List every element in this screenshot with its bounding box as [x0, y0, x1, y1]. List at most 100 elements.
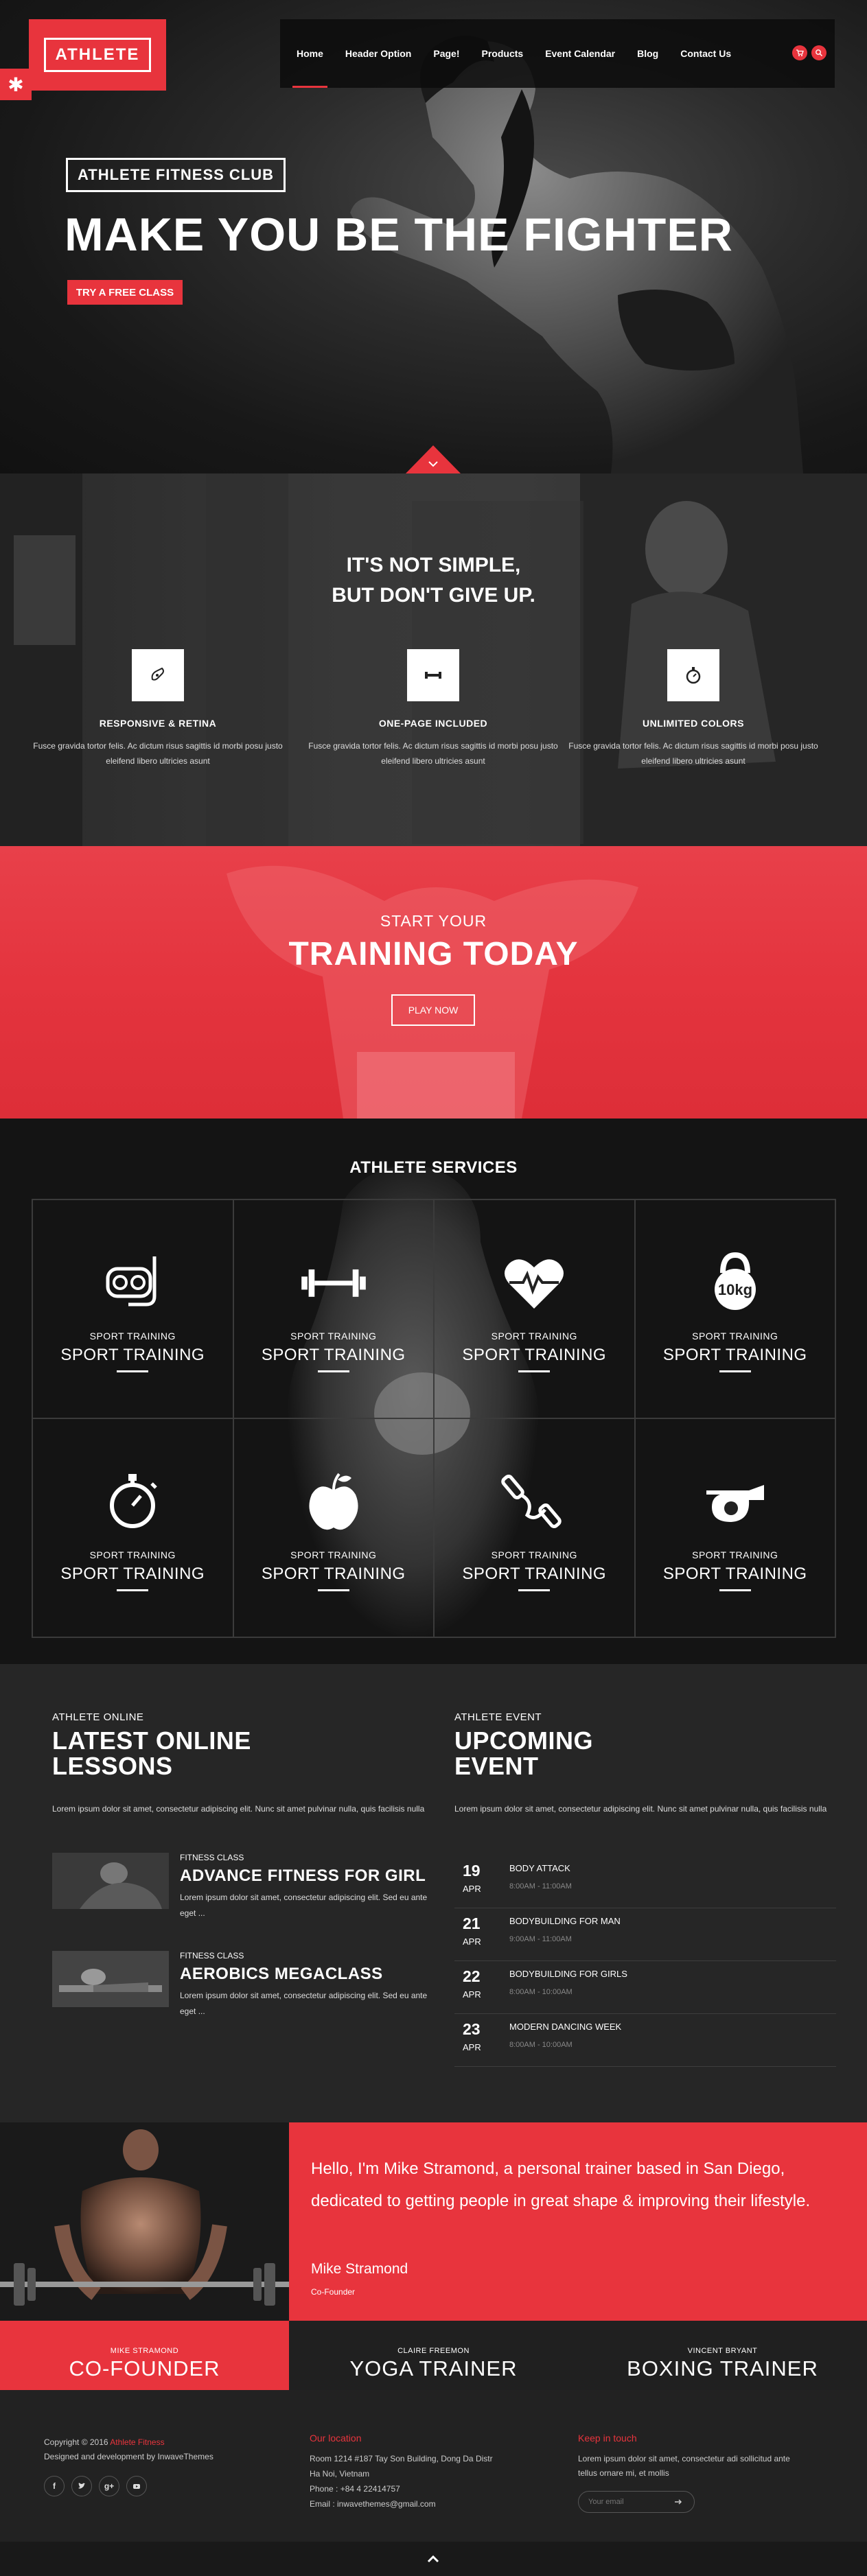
scroll-down-chevron-icon[interactable] [406, 445, 461, 473]
service-card[interactable]: SPORT TRAINING SPORT TRAINING [32, 1199, 233, 1418]
heartbeat-icon [498, 1247, 570, 1318]
phone: Phone : +84 4 22414757 [310, 2484, 400, 2494]
feature-title: ONE-PAGE INCLUDED [378, 718, 488, 729]
lesson-thumbnail [52, 1951, 169, 2007]
feature-item: ONE-PAGE INCLUDED Fusce gravida tortor f… [303, 649, 564, 769]
event-item[interactable]: 21 APR BODYBUILDING FOR MAN 9:00AM - 11:… [454, 1909, 836, 1961]
event-month: APR [463, 2042, 481, 2052]
services-section: ATHLETE SERVICES SPORT TRAINING SPORT TR… [0, 1119, 867, 1664]
site-logo[interactable]: ATHLETE [29, 19, 166, 91]
event-title[interactable]: BODY ATTACK [509, 1863, 570, 1873]
copyright: Copyright © 2016 Athlete Fitness [44, 2435, 165, 2450]
divider [317, 1370, 349, 1372]
divider [518, 1589, 551, 1591]
services-title: ATHLETE SERVICES [349, 1158, 518, 1177]
trainer-role: Co-Founder [311, 2287, 356, 2297]
events-title-line1: UPCOMING [454, 1726, 593, 1755]
divider [117, 1589, 149, 1591]
nav-item-event-calendar[interactable]: Event Calendar [545, 19, 615, 88]
events-title-line2: EVENT [454, 1752, 539, 1780]
lessons-intro: Lorem ipsum dolor sit amet, consectetur … [52, 1804, 425, 1814]
service-card[interactable]: SPORT TRAINING SPORT TRAINING [634, 1418, 835, 1637]
google-plus-icon[interactable]: g+ [99, 2476, 119, 2496]
divider [518, 1370, 551, 1372]
event-time: 8:00AM - 10:00AM [509, 2041, 573, 2049]
features-title-line1: IT'S NOT SIMPLE, [346, 554, 521, 576]
brush-icon [132, 649, 184, 701]
team-member-tab[interactable]: VINCENT BRYANT BOXING TRAINER [578, 2321, 867, 2390]
nav-item-home[interactable]: Home [292, 19, 327, 88]
logo-text: ATHLETE [43, 38, 152, 72]
back-to-top-chevron-icon[interactable] [423, 2549, 443, 2569]
whistle-icon [700, 1466, 771, 1537]
cta-title: TRAINING TODAY [288, 936, 579, 972]
apple-icon [298, 1466, 369, 1537]
lesson-title[interactable]: AEROBICS MEGACLASS [180, 1965, 383, 1984]
service-card[interactable]: SPORT TRAINING SPORT TRAINING [32, 1418, 233, 1637]
lesson-title[interactable]: ADVANCE FITNESS FOR GIRL [180, 1866, 426, 1886]
services-grid: SPORT TRAINING SPORT TRAINING SPORT TRAI… [32, 1199, 836, 1638]
stopwatch-icon [97, 1466, 168, 1537]
try-free-class-button[interactable]: TRY A FREE CLASS [67, 280, 183, 305]
nav-item-page[interactable]: Page! [433, 19, 459, 88]
lessons-title-line2: LESSONS [52, 1752, 173, 1780]
feature-text: Fusce gravida tortor felis. Ac dictum ri… [33, 741, 283, 766]
event-day: 19 [463, 1862, 481, 1880]
event-title[interactable]: BODYBUILDING FOR GIRLS [509, 1969, 627, 1979]
lesson-item[interactable]: FITNESS CLASS AEROBICS MEGACLASS Lorem i… [52, 1951, 437, 2016]
events-intro: Lorem ipsum dolor sit amet, consectetur … [454, 1804, 827, 1814]
lesson-text: Lorem ipsum dolor sit amet, consectetur … [180, 1991, 428, 2016]
trainer-quote-panel: Hello, I'm Mike Stramond, a personal tra… [289, 2122, 867, 2321]
service-card[interactable]: SPORT TRAINING SPORT TRAINING [434, 1418, 635, 1637]
lessons-events-section: ATHLETE ONLINE LATEST ONLINE LESSONS Lor… [0, 1664, 867, 2122]
service-card[interactable]: SPORT TRAINING SPORT TRAINING [434, 1199, 635, 1418]
trainer-name: Mike Stramond [311, 2261, 408, 2277]
team-member-tab[interactable]: CLAIRE FREEMON YOGA TRAINER [289, 2321, 578, 2390]
service-card[interactable]: SPORT TRAINING SPORT TRAINING [233, 1199, 434, 1418]
event-time: 8:00AM - 10:00AM [509, 1988, 573, 1996]
nav-item-contact-us[interactable]: Contact Us [680, 19, 731, 88]
side-tab-asterisk-icon[interactable]: ✱ [0, 69, 32, 100]
service-name: SPORT TRAINING [462, 1565, 607, 1583]
service-name: SPORT TRAINING [261, 1565, 406, 1583]
trainer-photo [0, 2122, 289, 2321]
nav-item-blog[interactable]: Blog [637, 19, 658, 88]
nav-icons [792, 45, 826, 60]
event-day: 21 [463, 1915, 481, 1932]
arrow-right-icon[interactable] [673, 2496, 684, 2507]
event-month: APR [463, 1936, 481, 1947]
event-month: APR [463, 1884, 481, 1894]
cta-subtitle: START YOUR [380, 912, 487, 930]
nav-item-products[interactable]: Products [482, 19, 524, 88]
cart-icon[interactable] [792, 45, 807, 60]
team-member-role: YOGA TRAINER [349, 2356, 518, 2380]
barbell-icon [298, 1247, 369, 1318]
divider [719, 1370, 751, 1372]
trainer-quote: Hello, I'm Mike Stramond, a personal tra… [311, 2159, 811, 2210]
service-sub: SPORT TRAINING [692, 1331, 778, 1342]
copyright-link[interactable]: Athlete Fitness [110, 2437, 164, 2447]
feature-text: Fusce gravida tortor felis. Ac dictum ri… [568, 741, 818, 766]
service-card[interactable]: 10kg SPORT TRAINING SPORT TRAINING [634, 1199, 835, 1418]
event-item[interactable]: 23 APR MODERN DANCING WEEK 8:00AM - 10:0… [454, 2015, 836, 2067]
nav-item-header-option[interactable]: Header Option [345, 19, 411, 88]
lesson-item[interactable]: FITNESS CLASS ADVANCE FITNESS FOR GIRL L… [52, 1853, 437, 1918]
feature-item: RESPONSIVE & RETINA Fusce gravida tortor… [27, 649, 288, 769]
play-now-button[interactable]: PLAY NOW [391, 994, 475, 1026]
facebook-icon[interactable]: f [44, 2476, 65, 2496]
team-member-tab[interactable]: MIKE STRAMOND CO-FOUNDER [0, 2321, 289, 2390]
youtube-icon[interactable] [126, 2476, 147, 2496]
event-item[interactable]: 19 APR BODY ATTACK 8:00AM - 11:00AM [454, 1856, 836, 1908]
event-title[interactable]: BODYBUILDING FOR MAN [509, 1916, 621, 1926]
event-item[interactable]: 22 APR BODYBUILDING FOR GIRLS 8:00AM - 1… [454, 1962, 836, 2014]
service-card[interactable]: SPORT TRAINING SPORT TRAINING [233, 1418, 434, 1637]
search-icon[interactable] [811, 45, 826, 60]
twitter-icon[interactable] [71, 2476, 92, 2496]
hero-section: ATHLETE ✱ Home Header Option Page! Produ… [0, 0, 867, 473]
features-section: IT'S NOT SIMPLE, BUT DON'T GIVE UP. RESP… [0, 473, 867, 846]
lesson-text: Lorem ipsum dolor sit amet, consectetur … [180, 1893, 428, 1918]
event-title[interactable]: MODERN DANCING WEEK [509, 2022, 621, 2032]
team-member-role: CO-FOUNDER [69, 2356, 220, 2380]
divider [317, 1589, 349, 1591]
event-month: APR [463, 1989, 481, 2000]
